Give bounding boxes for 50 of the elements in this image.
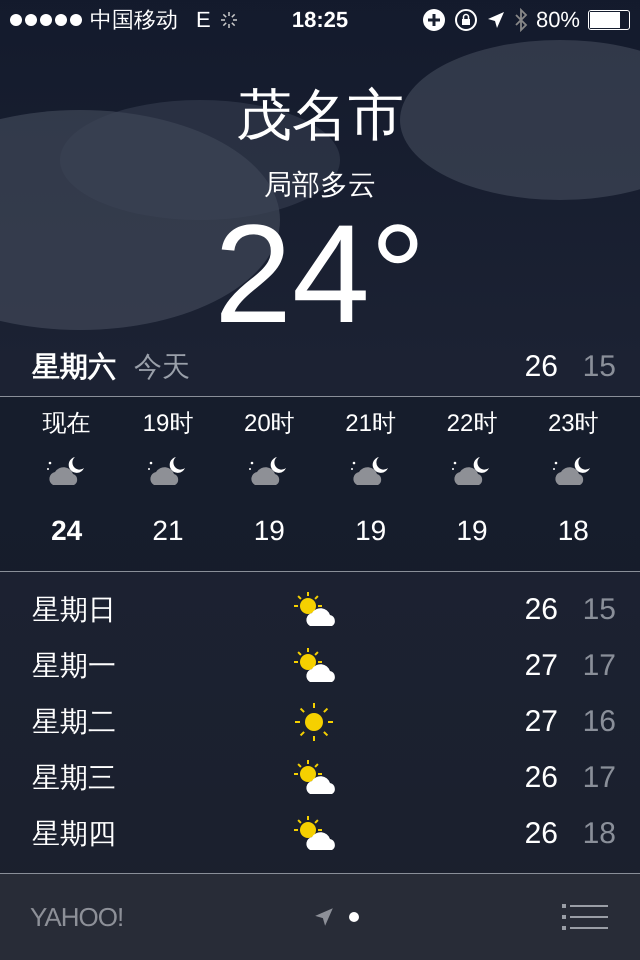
weekday-label: 星期三: [32, 761, 117, 795]
high-temperature: 27: [524, 705, 558, 739]
low-temperature: 15: [582, 593, 616, 627]
menu-icon[interactable]: [562, 902, 608, 932]
rotation-lock-icon: [454, 8, 478, 32]
hour-label: 22时: [446, 409, 498, 439]
city-name: 茂名市: [235, 82, 405, 148]
low-temperature: 16: [582, 705, 616, 739]
hour-temperature: 21: [152, 515, 184, 547]
weekday-label: 星期四: [32, 817, 117, 851]
activity-spinner-icon: [218, 10, 239, 30]
today-label: 今天: [134, 350, 190, 384]
page-dot-icon[interactable]: [349, 912, 359, 922]
hour-temperature: 19: [254, 515, 285, 547]
weekday-label: 星期二: [32, 705, 117, 739]
hour-label: 20时: [244, 409, 295, 439]
location-page-icon[interactable]: [313, 906, 335, 928]
weather-condition: 局部多云: [263, 168, 377, 202]
battery-icon: [588, 10, 630, 30]
bluetooth-icon: [514, 8, 528, 32]
hour-label: 23时: [548, 409, 599, 439]
low-temperature: 18: [582, 817, 616, 851]
low-temperature: 17: [582, 761, 616, 795]
high-temperature: 26: [524, 593, 558, 627]
high-temperature: 26: [524, 350, 558, 384]
today-weekday: 星期六: [32, 350, 116, 384]
battery-percentage: 80%: [536, 7, 580, 33]
location-arrow-icon: [486, 10, 506, 30]
carrier-name: 中国移动: [90, 6, 178, 34]
hour-temperature: 18: [558, 515, 589, 547]
high-temperature: 26: [524, 817, 558, 851]
hour-label: 21时: [345, 409, 396, 439]
sun-icon: [292, 700, 336, 744]
hour-label: 现在: [42, 409, 91, 439]
low-temperature: 17: [582, 649, 616, 683]
current-temperature: 24°: [213, 204, 427, 344]
network-type: E: [196, 7, 211, 33]
hour-temperature: 19: [456, 515, 488, 547]
yahoo-logo[interactable]: YAHOO!: [30, 902, 270, 932]
signal-strength-icon: [10, 14, 82, 26]
weekday-label: 星期一: [32, 649, 117, 683]
plus-circle-icon: [422, 8, 446, 32]
hour-temperature: 24: [51, 515, 82, 547]
hour-label: 19时: [142, 409, 194, 439]
high-temperature: 26: [524, 761, 558, 795]
hour-temperature: 19: [355, 515, 386, 547]
high-temperature: 27: [524, 649, 558, 683]
weekday-label: 星期日: [32, 593, 117, 627]
clock-time: 18:25: [292, 7, 348, 33]
low-temperature: 15: [582, 350, 616, 384]
